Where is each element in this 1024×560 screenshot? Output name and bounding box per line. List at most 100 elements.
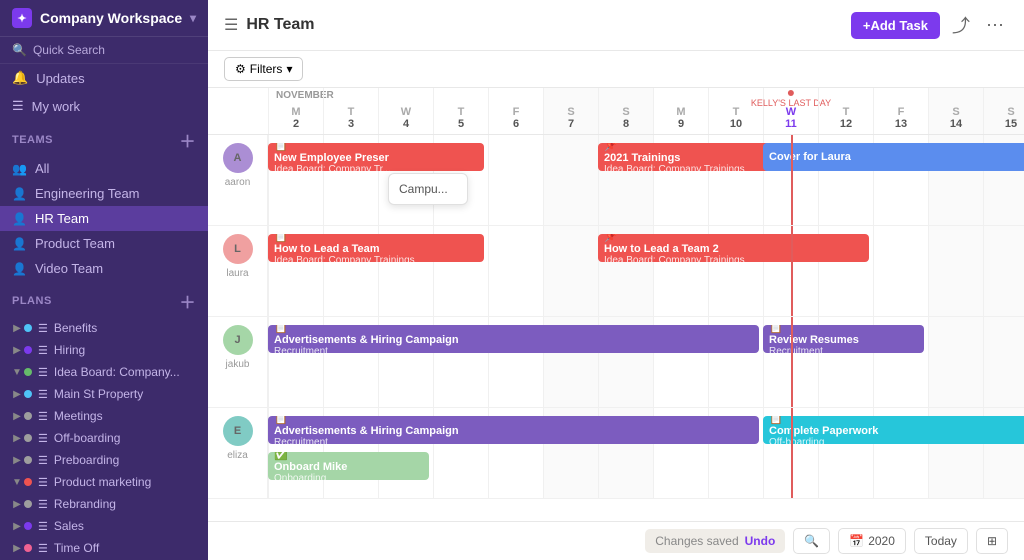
- teams-section-header: TEAMS ＋: [0, 120, 208, 156]
- nav-updates-label: Updates: [36, 71, 84, 86]
- calendar-container[interactable]: NOVEMBER M2T3W4T5F6S7S8M9T10KELLY'S LAST…: [208, 88, 1024, 521]
- plans-list: ▶ ☰ Benefits ▶ ☰ Hiring ▼ ☰ Idea Board: …: [0, 317, 208, 560]
- plan-item[interactable]: ▶ ☰ Benefits: [0, 317, 208, 339]
- task-bar[interactable]: 📋Advertisements & Hiring CampaignRecruit…: [268, 325, 759, 353]
- team-all[interactable]: 👥 All: [0, 156, 208, 181]
- day-num: 11: [764, 118, 818, 130]
- plan-list-icon: ☰: [38, 322, 48, 335]
- person-col-eliza: E eliza: [208, 408, 268, 498]
- task-bar[interactable]: 📋Advertisements & Hiring CampaignRecruit…: [268, 416, 759, 444]
- day-letter: S: [599, 106, 653, 118]
- task-bar[interactable]: 📋New Employee PreserIdea Board: Company …: [268, 143, 484, 171]
- date-col-7: S7: [543, 88, 598, 134]
- workspace-header[interactable]: ✦ Company Workspace ▾: [0, 0, 208, 37]
- plan-list-icon: ☰: [38, 498, 48, 511]
- plan-item[interactable]: ▶ ☰ Main St Property: [0, 383, 208, 405]
- plan-item[interactable]: ▼ ☰ Product marketing: [0, 471, 208, 493]
- day-num: 8: [599, 118, 653, 130]
- person-row-jakub: J jakub 📋Advertisements & Hiring Campaig…: [208, 317, 1024, 408]
- plan-expand: ▶: [12, 411, 22, 422]
- today-line: [791, 135, 793, 225]
- nav-my-work[interactable]: ☰ My work: [0, 92, 208, 120]
- day-num: 12: [819, 118, 873, 130]
- day-letter: F: [489, 106, 543, 118]
- quick-search[interactable]: 🔍 Quick Search: [0, 37, 208, 64]
- day-letter: M: [654, 106, 708, 118]
- plan-item[interactable]: ▶ ☰ Preboarding: [0, 449, 208, 471]
- task-label: Cover for Laura: [769, 151, 1024, 163]
- more-options-button[interactable]: ⋯: [982, 11, 1008, 40]
- nav-updates[interactable]: 🔔 Updates: [0, 64, 208, 92]
- task-bar[interactable]: Cover for Laura: [763, 143, 1024, 171]
- plan-dot: [24, 522, 32, 530]
- date-col-15: S15: [983, 88, 1024, 134]
- task-label: Advertisements & Hiring Campaign: [274, 334, 753, 346]
- plan-item[interactable]: ▶ ☰ Time Off: [0, 537, 208, 559]
- search-icon: 🔍: [12, 43, 27, 57]
- task-bar[interactable]: ✅Onboard MikeOnboarding: [268, 452, 429, 480]
- plan-item[interactable]: ▶ ☰ Sales: [0, 515, 208, 537]
- row-cells-laura: 📋How to Lead a TeamIdea Board: Company T…: [268, 226, 1024, 316]
- day-num: 7: [544, 118, 598, 130]
- plan-label: Product marketing: [54, 475, 151, 489]
- task-bar[interactable]: 📋Complete PaperworkOff-boarding: [763, 416, 1024, 444]
- task-sub: Recruitment: [274, 437, 753, 444]
- year-button[interactable]: 📅 2020: [838, 528, 906, 554]
- team-product[interactable]: 👤 Product Team: [0, 231, 208, 256]
- plan-label: Hiring: [54, 343, 85, 357]
- task-bar[interactable]: 📋How to Lead a TeamIdea Board: Company T…: [268, 234, 484, 262]
- plan-list-icon: ☰: [38, 344, 48, 357]
- share-button[interactable]: ⤴: [948, 8, 974, 42]
- plan-item[interactable]: ▶ ☰ Rebranding: [0, 493, 208, 515]
- team-all-label: All: [35, 161, 49, 176]
- plan-expand: ▶: [12, 543, 22, 554]
- team-hr[interactable]: 👤 HR Team: [0, 206, 208, 231]
- add-team-button[interactable]: ＋: [179, 128, 196, 152]
- task-icon: 📋: [769, 416, 1024, 425]
- undo-button[interactable]: Undo: [745, 534, 776, 548]
- cell: [983, 317, 1024, 407]
- zoom-button[interactable]: 🔍: [793, 528, 830, 554]
- plans-label: PLANS: [12, 295, 52, 307]
- plan-dot: [24, 478, 32, 486]
- cell: [543, 135, 598, 225]
- grid-view-button[interactable]: ⊞: [976, 528, 1008, 554]
- plan-item[interactable]: ▶ ☰ Meetings: [0, 405, 208, 427]
- plan-dot: [24, 412, 32, 420]
- tooltip-popup: Campu...: [388, 173, 468, 205]
- menu-icon[interactable]: ☰: [224, 15, 238, 35]
- task-label: Onboard Mike: [274, 461, 423, 473]
- changes-saved-badge: Changes saved Undo: [645, 529, 785, 553]
- day-num: 15: [984, 118, 1024, 130]
- today-line: [791, 317, 793, 407]
- plan-list-icon: ☰: [38, 410, 48, 423]
- filters-button[interactable]: ⚙ Filters ▾: [224, 57, 303, 81]
- task-bar[interactable]: 📋Review ResumesRecruitment: [763, 325, 924, 353]
- day-num: 14: [929, 118, 983, 130]
- avatar-jakub: J: [223, 325, 253, 355]
- add-task-button[interactable]: +Add Task: [851, 12, 940, 39]
- today-button[interactable]: Today: [914, 528, 968, 554]
- task-icon: 📋: [274, 416, 749, 425]
- team-all-icon: 👥: [12, 162, 27, 176]
- year-label: 2020: [868, 534, 895, 548]
- plan-label: Benefits: [54, 321, 97, 335]
- person-name-jakub: jakub: [226, 359, 250, 370]
- cell: [928, 317, 983, 407]
- team-engineering[interactable]: 👤 Engineering Team: [0, 181, 208, 206]
- plan-item[interactable]: ▶ ☰ Off-boarding: [0, 427, 208, 449]
- header-left: ☰ HR Team: [224, 15, 315, 35]
- plan-item[interactable]: ▼ ☰ Idea Board: Company...: [0, 361, 208, 383]
- plan-expand: ▼: [12, 367, 22, 378]
- date-col-3: T3: [323, 88, 378, 134]
- page-title: HR Team: [246, 16, 314, 34]
- avatar-aaron: A: [223, 143, 253, 173]
- main-content: ☰ HR Team +Add Task ⤴ ⋯ ⚙ Filters ▾ NOVE…: [208, 0, 1024, 560]
- header-right: +Add Task ⤴ ⋯: [851, 8, 1008, 42]
- calendar-icon: 📅: [849, 534, 864, 548]
- team-video[interactable]: 👤 Video Team: [0, 256, 208, 281]
- task-bar[interactable]: 📌How to Lead a Team 2Idea Board: Company…: [598, 234, 869, 262]
- plan-item[interactable]: ▶ ☰ Hiring: [0, 339, 208, 361]
- add-plan-button[interactable]: ＋: [179, 289, 196, 313]
- day-num: 5: [434, 118, 488, 130]
